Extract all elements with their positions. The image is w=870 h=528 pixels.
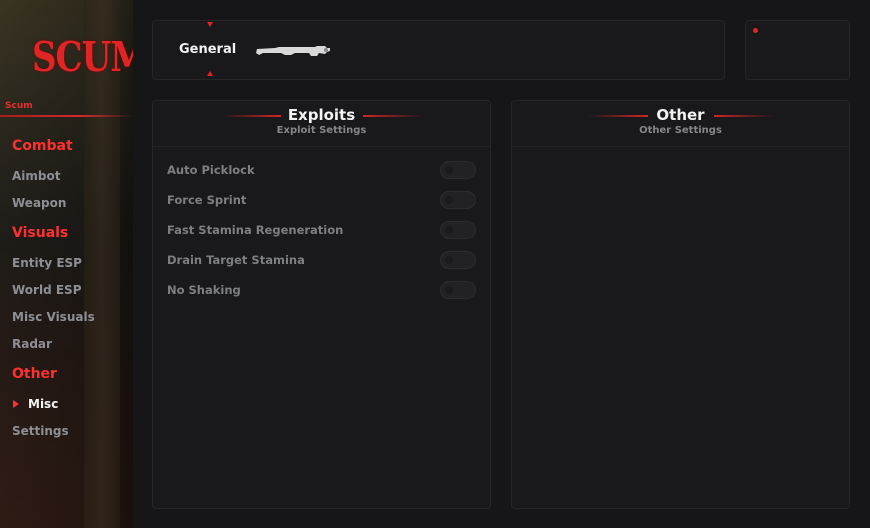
toggle-knob xyxy=(445,196,453,204)
option-row: Force Sprint xyxy=(167,190,477,212)
force-sprint-toggle[interactable] xyxy=(440,191,476,209)
option-row: Fast Stamina Regeneration xyxy=(167,220,477,242)
sidebar-item-misc[interactable]: Misc xyxy=(28,397,58,411)
active-arrow-icon xyxy=(13,400,19,408)
status-panel xyxy=(745,20,850,80)
tab-general[interactable]: General xyxy=(179,42,236,57)
option-row: Auto Picklock xyxy=(167,160,477,182)
option-label-no-shaking: No Shaking xyxy=(167,283,241,297)
nav-group-other: Other xyxy=(12,366,57,382)
option-label-auto-picklock: Auto Picklock xyxy=(167,163,255,177)
nav-group-combat: Combat xyxy=(12,138,73,154)
other-header: Other Other Settings xyxy=(512,101,849,147)
auto-picklock-toggle[interactable] xyxy=(440,161,476,179)
option-row: Drain Target Stamina xyxy=(167,250,477,272)
no-shaking-toggle[interactable] xyxy=(440,281,476,299)
sidebar-item-radar[interactable]: Radar xyxy=(12,337,52,351)
sidebar-item-misc-visuals[interactable]: Misc Visuals xyxy=(12,310,95,324)
drain-stamina-toggle[interactable] xyxy=(440,251,476,269)
fast-stamina-toggle[interactable] xyxy=(440,221,476,239)
toggle-knob xyxy=(445,256,453,264)
exploits-title: Exploits xyxy=(287,106,356,124)
brand-divider xyxy=(0,115,133,117)
nav-group-visuals: Visuals xyxy=(12,225,69,241)
other-section: Other Other Settings xyxy=(511,100,850,509)
brand-name: Scum xyxy=(5,101,33,111)
option-label-fast-stamina: Fast Stamina Regeneration xyxy=(167,223,344,237)
red-dot-indicator xyxy=(753,28,758,33)
toggle-knob xyxy=(445,226,453,234)
sidebar-item-weapon[interactable]: Weapon xyxy=(12,196,66,210)
title-line-right xyxy=(714,115,774,117)
scum-logo: SCUM xyxy=(32,34,133,82)
option-label-force-sprint: Force Sprint xyxy=(167,193,247,207)
other-subtitle: Other Settings xyxy=(639,125,722,136)
exploits-subtitle: Exploit Settings xyxy=(276,125,367,136)
exploits-section: Exploits Exploit Settings Auto Picklock … xyxy=(152,100,491,509)
option-label-drain-stamina: Drain Target Stamina xyxy=(167,253,305,267)
title-line-right xyxy=(363,115,423,117)
tab-indicator-top-icon xyxy=(207,22,213,27)
sidebar-item-aimbot[interactable]: Aimbot xyxy=(12,169,60,183)
toggle-knob xyxy=(445,286,453,294)
rifle-icon[interactable] xyxy=(255,44,331,60)
toggle-knob xyxy=(445,166,453,174)
sidebar-item-entity-esp[interactable]: Entity ESP xyxy=(12,256,82,270)
other-title: Other xyxy=(656,106,705,124)
sidebar-item-settings[interactable]: Settings xyxy=(12,424,69,438)
exploits-header: Exploits Exploit Settings xyxy=(153,101,490,147)
option-row: No Shaking xyxy=(167,280,477,302)
sidebar: SCUM Scum Combat Aimbot Weapon Visuals E… xyxy=(0,0,133,528)
sidebar-item-world-esp[interactable]: World ESP xyxy=(12,283,82,297)
tab-bar: General xyxy=(152,20,725,80)
tab-indicator-bottom-icon xyxy=(207,71,213,76)
